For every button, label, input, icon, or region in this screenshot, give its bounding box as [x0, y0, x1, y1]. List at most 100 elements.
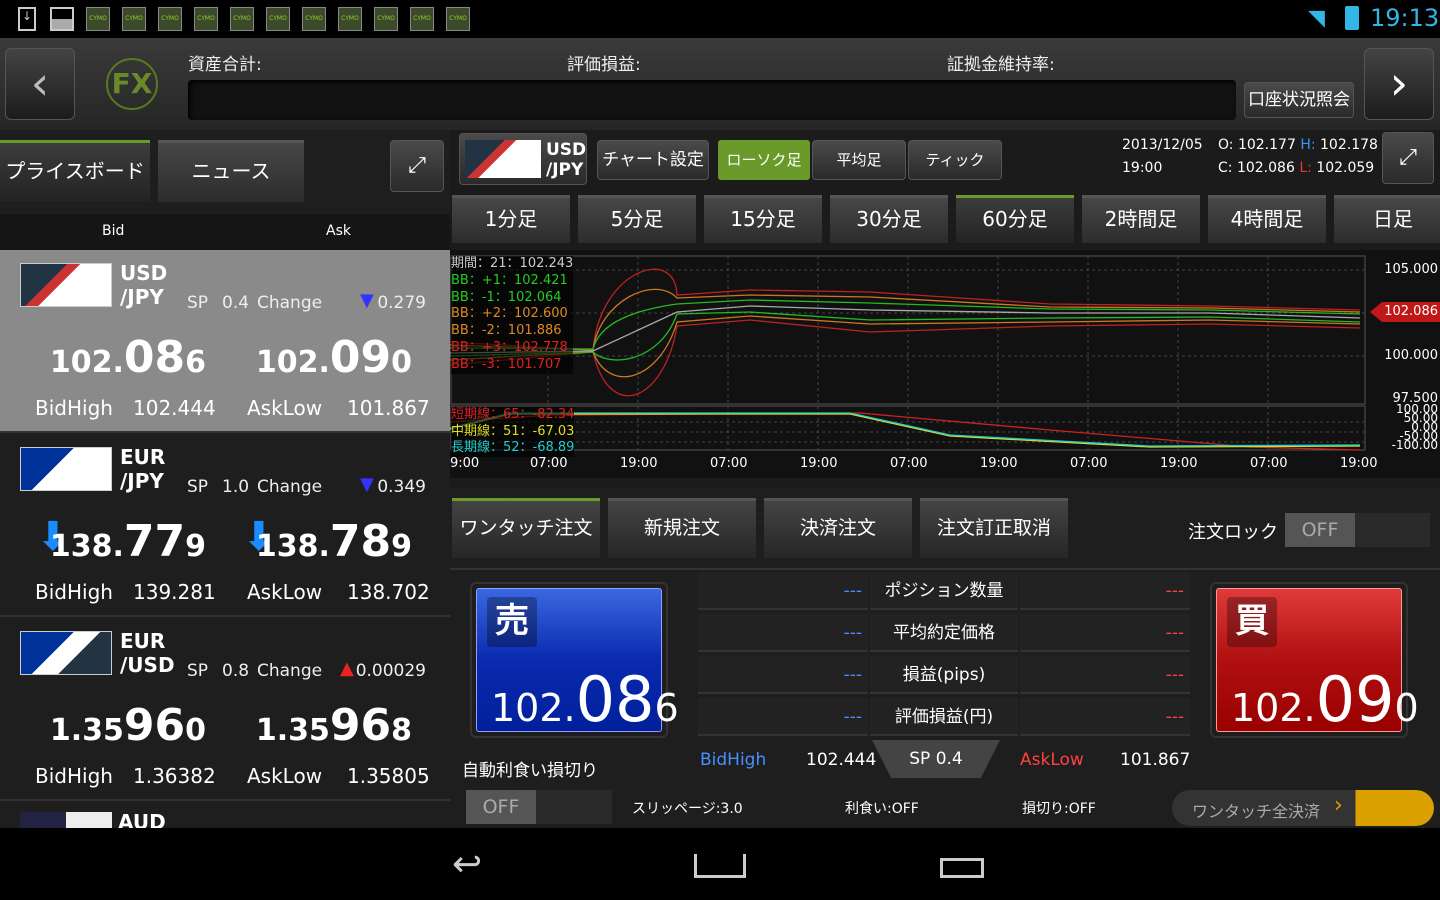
- cymo-app-icon: CYMO: [122, 7, 146, 31]
- position-label: ポジション数量: [870, 572, 1018, 610]
- ohlc-top: O: 102.177 H: 102.178: [1218, 137, 1378, 153]
- triangle-down-icon: ▼: [360, 290, 374, 311]
- ask-price: 138.789: [255, 516, 412, 567]
- indicator-legend-item: BB：-3：101.707: [451, 356, 562, 372]
- recents-nav-icon[interactable]: [940, 858, 984, 878]
- change-label: Change: [257, 293, 323, 313]
- timeframe-tab[interactable]: 5分足: [578, 195, 696, 243]
- chart-type-heikin[interactable]: 平均足: [812, 140, 906, 180]
- ohlc-bottom: C: 102.086 L: 102.059: [1218, 160, 1375, 176]
- cymo-app-icon: CYMO: [446, 7, 470, 31]
- take-profit-value: 利食い:OFF: [845, 801, 919, 817]
- expand-icon[interactable]: ⤢: [390, 140, 444, 192]
- timeframe-tab[interactable]: 1分足: [452, 195, 570, 243]
- position-left-value: ---: [698, 614, 868, 652]
- auto-tp-sl-toggle[interactable]: OFF: [466, 790, 612, 824]
- timeframe-tab[interactable]: 60分足: [956, 195, 1074, 243]
- sp-label: SP: [187, 293, 209, 313]
- sp-value: 0.4: [222, 293, 250, 313]
- change-label: Change: [257, 661, 323, 681]
- price-chart[interactable]: 期間：21：102.243 BB：+1：102.421 BB：-1：102.064 B…: [450, 250, 1440, 478]
- account-header: ‹ FX 資産合計: 評価損益: 証拠金維持率: 口座状況照会 ›: [0, 38, 1440, 130]
- asklow-value: 1.35805: [347, 764, 430, 788]
- indicator-legend-item: 期間：21：102.243: [451, 256, 574, 271]
- timeframe-tab[interactable]: 4時間足: [1208, 195, 1326, 243]
- candle-date: 2013/12/05: [1122, 137, 1203, 153]
- close-all-slider[interactable]: ワンタッチ全決済 ›: [1172, 790, 1434, 826]
- spread-value: SP 0.4: [872, 740, 1000, 778]
- indicator-legend-item: BB：-1：102.064: [451, 289, 562, 305]
- cymo-app-icon: CYMO: [266, 7, 290, 31]
- cymo-app-icon: CYMO: [230, 7, 254, 31]
- flag-icon: [20, 263, 112, 307]
- position-label: 損益(pips): [870, 656, 1018, 694]
- position-right-value: ---: [1020, 698, 1190, 736]
- order-lock-label: 注文ロック: [1188, 522, 1278, 543]
- cymo-app-icon: CYMO: [194, 7, 218, 31]
- status-bar: ↓ CYMO CYMO CYMO CYMO CYMO CYMO CYMO CYMO CYMO CY…: [0, 0, 1440, 38]
- order-tab[interactable]: 注文訂正取消: [920, 498, 1068, 558]
- slippage-value: スリッページ:3.0: [632, 801, 743, 817]
- price-row[interactable]: EUR /USD SP 0.8 Change ▲ 0.00029 1.35960…: [0, 618, 450, 801]
- x-tick: 07:00: [1070, 456, 1108, 471]
- indicator-legend-item: BB：+2：102.600: [451, 306, 568, 322]
- x-tick: 19:00: [620, 456, 658, 471]
- image-icon: [50, 7, 74, 31]
- triangle-up-icon: ▲: [340, 658, 354, 679]
- symbol-selector[interactable]: USD /JPY: [459, 133, 587, 185]
- chart-type-tick[interactable]: ティック: [908, 140, 1002, 180]
- order-tab[interactable]: ワンタッチ注文: [452, 498, 600, 558]
- timeframe-tab[interactable]: 2時間足: [1082, 195, 1200, 243]
- tab-price-board[interactable]: プライスボード: [0, 140, 150, 202]
- osc-short-line: [450, 412, 1361, 451]
- bid-price: 1.35960: [49, 700, 206, 751]
- bidhigh-label: BidHigh: [35, 396, 113, 420]
- account-summary-field: [188, 80, 1236, 120]
- price-row[interactable]: EUR /JPY SP 1.0 Change ▼ 0.349 ⬇ ⬇ 138.77…: [0, 434, 450, 617]
- wifi-icon: ◥: [1308, 6, 1325, 31]
- sell-button[interactable]: 売 102.086: [470, 582, 679, 738]
- price-board-panel: プライスボード ニュース ⤢ Bid Ask USD /JPY SP 0.4 C…: [0, 130, 450, 834]
- home-nav-icon[interactable]: [694, 854, 746, 878]
- timeframe-tab[interactable]: 日足: [1334, 195, 1440, 243]
- cymo-app-icon: CYMO: [338, 7, 362, 31]
- order-tab[interactable]: 決済注文: [764, 498, 912, 558]
- bidhigh-value: 102.444: [806, 750, 877, 770]
- auto-tp-sl-label: 自動利食い損切り: [462, 761, 598, 781]
- chart-expand-icon[interactable]: ⤢: [1382, 132, 1434, 184]
- bid-price: 138.779: [49, 516, 206, 567]
- order-lock-toggle[interactable]: OFF: [1285, 513, 1430, 547]
- stop-loss-value: 損切り:OFF: [1022, 801, 1096, 817]
- back-nav-icon[interactable]: ↩: [452, 844, 482, 885]
- buy-button[interactable]: 買 102.090: [1210, 582, 1419, 738]
- cymo-app-icon: CYMO: [302, 7, 326, 31]
- forward-button[interactable]: ›: [1364, 48, 1434, 120]
- timeframe-tab[interactable]: 30分足: [830, 195, 948, 243]
- bidhigh-label: BidHigh: [700, 750, 767, 770]
- osc-tick: -100.00: [1391, 438, 1438, 452]
- x-tick: 07:00: [530, 456, 568, 471]
- timeframe-tab[interactable]: 15分足: [704, 195, 822, 243]
- x-tick: 19:00: [1340, 456, 1378, 471]
- position-left-value: ---: [698, 572, 868, 610]
- change-value: 0.349: [377, 477, 426, 497]
- tab-news[interactable]: ニュース: [158, 140, 304, 202]
- bidhigh-value: 139.281: [133, 580, 216, 604]
- ask-price: 1.35968: [255, 700, 412, 751]
- x-tick: 19:00: [980, 456, 1018, 471]
- chart-settings-button[interactable]: チャート設定: [597, 140, 709, 180]
- flag-icon-usdjpy: [465, 140, 541, 178]
- asklow-value: 101.867: [347, 396, 430, 420]
- bb-plus3-line: [450, 268, 1361, 351]
- symbol-quote: /JPY: [120, 469, 164, 493]
- flag-icon-aud: [20, 812, 112, 828]
- price-row[interactable]: USD /JPY SP 0.4 Change ▼ 0.279 102.086 1…: [0, 250, 450, 433]
- asklow-label: AskLow: [247, 764, 323, 788]
- current-price-marker: 102.086: [1384, 304, 1438, 319]
- account-status-button[interactable]: 口座状況照会: [1244, 82, 1354, 118]
- order-tab[interactable]: 新規注文: [608, 498, 756, 558]
- position-label: 平均約定価格: [870, 614, 1018, 652]
- chart-type-candle[interactable]: ローソク足: [718, 140, 810, 180]
- back-button[interactable]: ‹: [5, 48, 75, 120]
- fx-logo: FX: [106, 58, 158, 110]
